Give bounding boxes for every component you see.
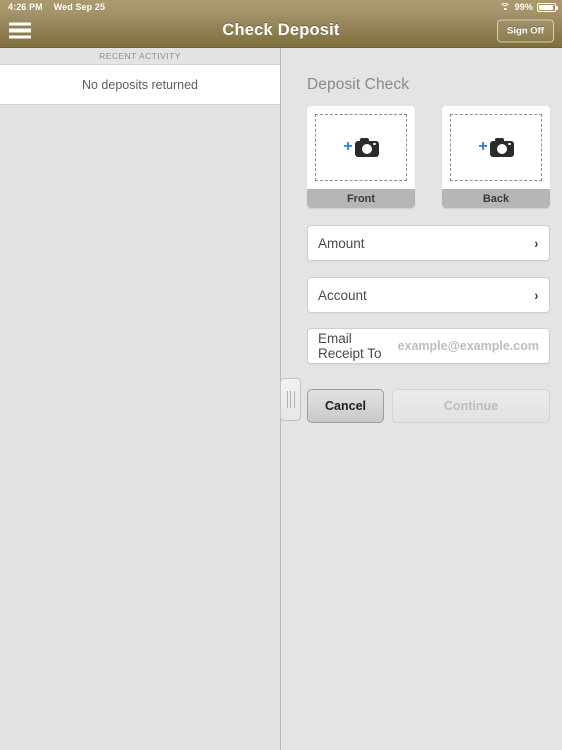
capture-front-label: Front [307,189,415,208]
chevron-right-icon: › [534,287,539,303]
plus-icon: + [478,138,488,155]
camera-icon [354,138,379,157]
deposit-check-title: Deposit Check [307,76,410,93]
capture-back-preview[interactable]: + [442,106,550,189]
page-title: Check Deposit [222,21,340,39]
email-receipt-input[interactable]: example@example.com [398,339,539,353]
capture-front-card[interactable]: + Front [307,106,415,208]
battery-icon [537,2,558,12]
amount-field-label: Amount [318,235,365,251]
cancel-button[interactable]: Cancel [307,389,384,423]
capture-back-label: Back [442,189,550,208]
recent-activity-empty-cell: No deposits returned [0,64,280,105]
recent-activity-panel: RECENT ACTIVITY No deposits returned [0,48,281,750]
camera-icon [489,138,514,157]
capture-front-dashed-area: + [315,114,407,181]
split-view-drag-handle[interactable] [280,378,301,421]
capture-front-preview[interactable]: + [307,106,415,189]
status-bar: 4:26 PM Wed Sep 25 99% [0,0,562,14]
account-field-label: Account [318,287,367,303]
navigation-bar: Check Deposit Sign Off [0,14,562,48]
check-capture-row: + Front + Back [307,106,550,208]
capture-back-dashed-area: + [450,114,542,181]
wifi-icon [499,2,511,12]
status-bar-indicators: 99% [499,2,558,12]
empty-state-label: No deposits returned [81,77,199,92]
recent-activity-header: RECENT ACTIVITY [0,48,280,64]
continue-button: Continue [392,389,550,423]
amount-field[interactable]: Amount › [307,225,550,261]
status-bar-date: Wed Sep 25 [53,2,106,12]
capture-back-card[interactable]: + Back [442,106,550,208]
email-receipt-field[interactable]: Email Receipt To example@example.com [307,328,550,364]
plus-icon: + [343,138,353,155]
status-bar-time: 4:26 PM [8,2,43,12]
chevron-right-icon: › [534,235,539,251]
hamburger-menu-icon[interactable] [9,22,31,39]
sign-off-button[interactable]: Sign Off [497,19,554,42]
check-deposit-screen: 4:26 PM Wed Sep 25 99% Check Deposit Sig… [0,0,562,750]
email-receipt-label: Email Receipt To [318,331,382,361]
account-field[interactable]: Account › [307,277,550,313]
battery-percent-label: 99% [514,2,533,12]
